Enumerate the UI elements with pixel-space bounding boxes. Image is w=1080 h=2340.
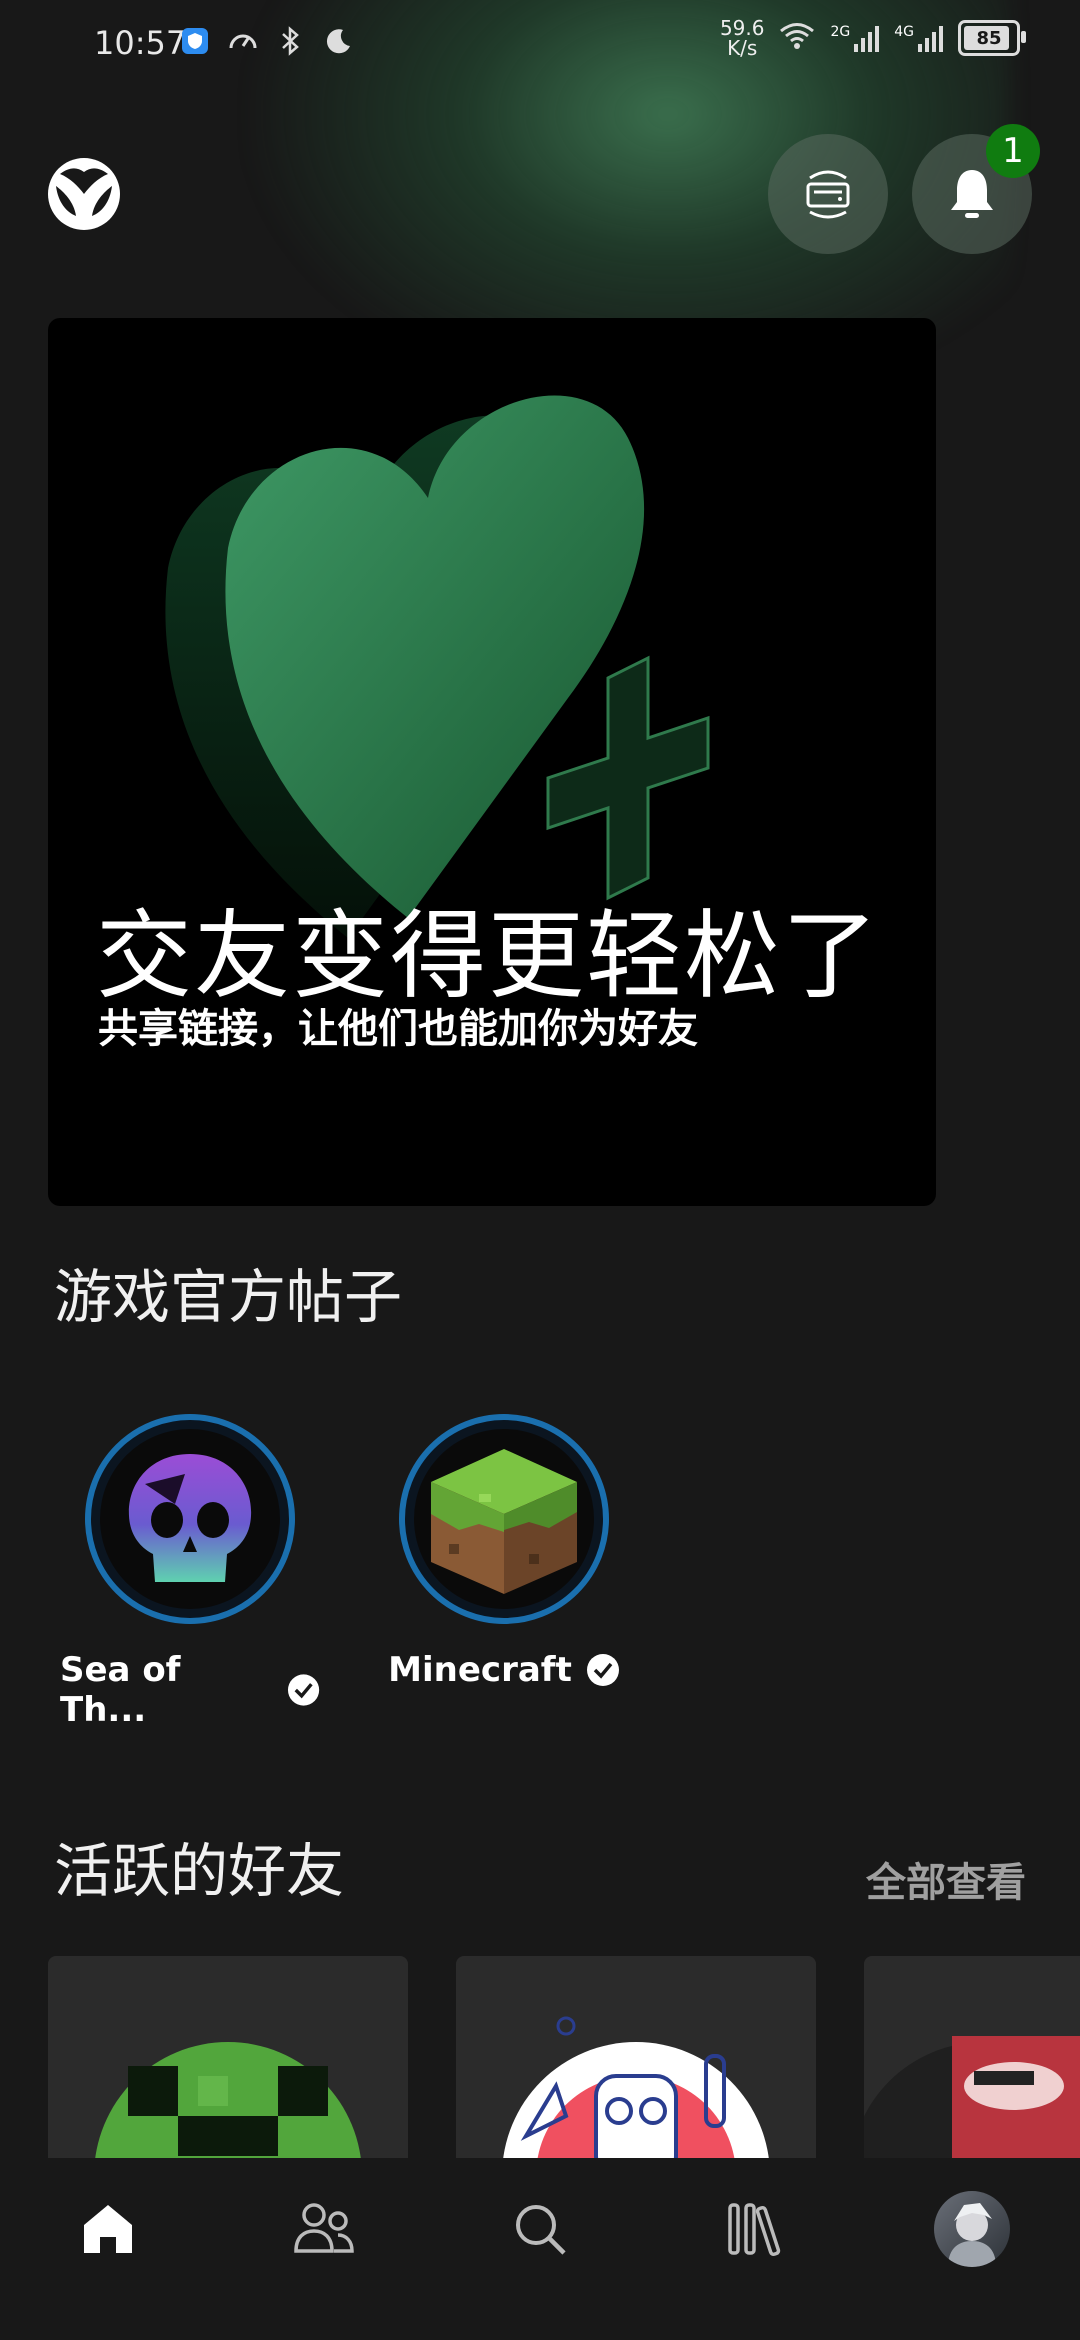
signal-icon-1: 2G — [830, 24, 880, 52]
bell-icon — [951, 170, 993, 218]
creeper-avatar — [94, 2042, 362, 2176]
official-posts-title: 游戏官方帖子 — [54, 1263, 403, 1331]
active-friends-title: 活跃的好友 — [54, 1837, 345, 1905]
net-speed-value: 59.6 — [719, 16, 765, 40]
wifi-icon — [778, 21, 816, 55]
official-name-text: Sea of Th... — [60, 1650, 181, 1730]
official-item-sea-of-thieves[interactable]: Sea of Th... — [60, 1414, 320, 1730]
friend-card[interactable] — [48, 1956, 408, 2176]
official-item-minecraft[interactable]: Minecraft — [374, 1414, 634, 1690]
friend-avatar — [864, 2036, 1080, 2176]
official-name-text: Minecraft — [388, 1650, 572, 1690]
net-speed-unit: K/s — [727, 36, 758, 60]
grass-block-icon — [431, 1449, 577, 1594]
scientist-avatar — [502, 2016, 770, 2176]
sea-of-thieves-avatar — [100, 1429, 280, 1609]
skull-icon — [128, 1454, 252, 1582]
official-avatar-ring — [399, 1414, 609, 1624]
notification-badge: 1 — [986, 124, 1040, 178]
signal-icon-2: 4G — [894, 24, 944, 52]
heart-plus-illustration — [165, 395, 710, 938]
console-remote-icon — [806, 170, 850, 219]
nav-library[interactable] — [706, 2179, 806, 2279]
speed-icon — [226, 24, 260, 58]
battery-tip — [1021, 31, 1026, 43]
hero-card[interactable]: 交友变得更轻松了 共享链接，让他们也能加你为好友 — [48, 318, 936, 1206]
bottom-nav — [0, 2158, 1080, 2340]
status-right: 59.6 K/s 2G 4G 85 — [720, 18, 1026, 58]
signal-2-label: 4G — [894, 24, 914, 40]
official-name: Sea of Th... — [60, 1650, 320, 1730]
nav-profile[interactable] — [922, 2179, 1022, 2279]
library-icon — [728, 2203, 781, 2257]
search-icon — [516, 2205, 566, 2255]
status-left-icons — [178, 24, 356, 58]
hero-subtitle: 共享链接，让他们也能加你为好友 — [98, 1006, 698, 1052]
battery-level: 85 — [976, 27, 1002, 49]
net-speed: 59.6 K/s — [720, 18, 765, 58]
shield-icon — [178, 24, 212, 58]
friend-card[interactable] — [864, 1956, 1080, 2176]
friend-card[interactable] — [456, 1956, 816, 2176]
nav-home[interactable] — [58, 2179, 158, 2279]
xbox-logo-icon[interactable] — [46, 156, 122, 232]
battery-icon: 85 — [958, 20, 1026, 56]
official-name: Minecraft — [388, 1650, 620, 1690]
verified-icon — [586, 1654, 619, 1686]
nav-social[interactable] — [274, 2179, 374, 2279]
profile-avatar — [934, 2191, 1010, 2267]
moon-icon — [322, 24, 356, 58]
verified-icon — [287, 1674, 320, 1706]
status-bar: 10:57 59.6 K/s 2G 4G 85 — [0, 0, 1080, 90]
remote-play-button[interactable] — [768, 134, 888, 254]
home-icon — [84, 2205, 132, 2253]
nav-search[interactable] — [490, 2179, 590, 2279]
status-time: 10:57 — [94, 24, 187, 62]
people-icon — [294, 2203, 354, 2253]
signal-1-label: 2G — [830, 24, 851, 40]
minecraft-avatar — [414, 1429, 594, 1609]
bluetooth-icon — [274, 24, 308, 58]
see-all-link[interactable]: 全部查看 — [866, 1850, 1026, 1908]
official-avatar-ring — [85, 1414, 295, 1624]
